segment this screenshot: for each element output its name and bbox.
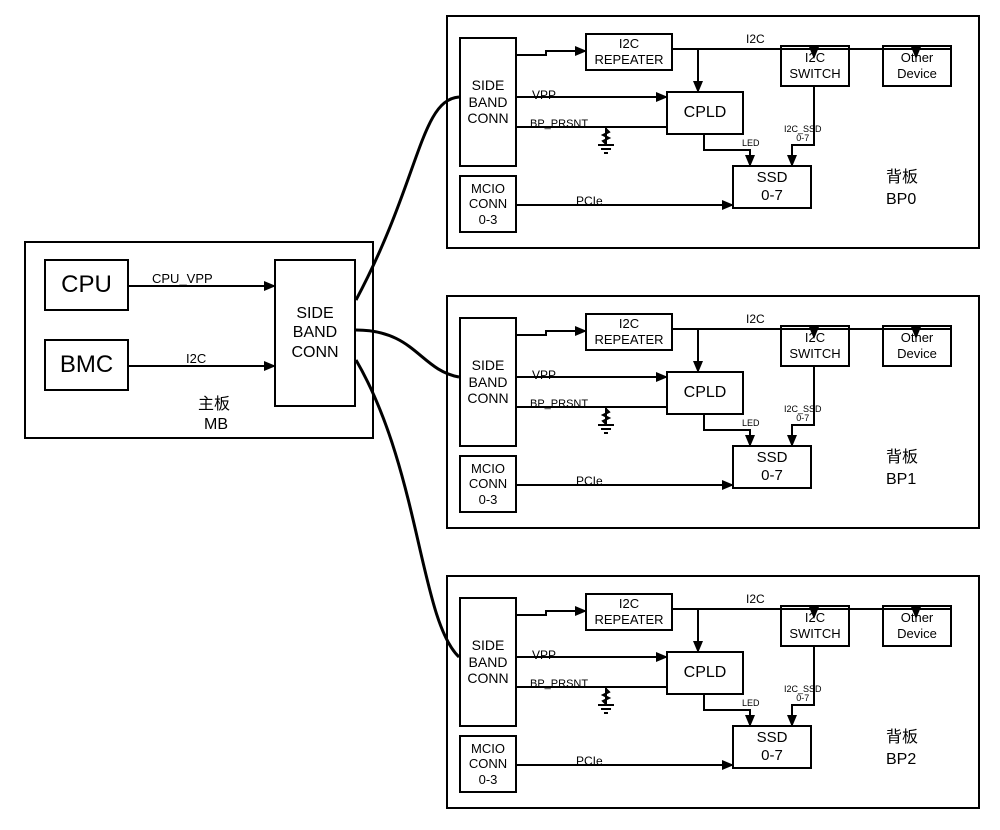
- bp0-other-device: Other Device: [882, 45, 952, 87]
- bp2-i2cssd-label: I2C_SSD 0-7: [784, 685, 822, 704]
- bp2-title2: BP2: [886, 752, 916, 769]
- bp0-mcio: MCIO CONN 0-3: [459, 175, 517, 233]
- mb-title-1: 主板: [198, 397, 230, 414]
- bp0-vpp-label: VPP: [532, 89, 556, 102]
- bp0-pcie-label: PCIe: [576, 195, 603, 208]
- bp0-cpld: CPLD: [666, 91, 744, 135]
- bp2-bpprsnt-label: BP_PRSNT: [530, 679, 588, 691]
- bp0-led-label: LED: [742, 139, 760, 148]
- bp2-i2c-label: I2C: [746, 593, 765, 606]
- bp1-mcio: MCIO CONN 0-3: [459, 455, 517, 513]
- mb-sideband: SIDE BAND CONN: [274, 259, 356, 407]
- bp2-i2c-switch: I2C SWITCH: [780, 605, 850, 647]
- cpu-label: CPU: [61, 271, 112, 300]
- bp2-ssd: SSD 0-7: [732, 725, 812, 769]
- bp0-bpprsnt-label: BP_PRSNT: [530, 119, 588, 131]
- bp1-i2c-label: I2C: [746, 313, 765, 326]
- mb-title-2: MB: [204, 417, 228, 434]
- bmc-block: BMC: [44, 339, 129, 391]
- bp2-other-device: Other Device: [882, 605, 952, 647]
- bp0-i2c-repeater: I2C REPEATER: [585, 33, 673, 71]
- bp2-i2c-repeater: I2C REPEATER: [585, 593, 673, 631]
- bp1-i2c-repeater: I2C REPEATER: [585, 313, 673, 351]
- bp1-i2c-switch: I2C SWITCH: [780, 325, 850, 367]
- bmc-i2c-label: I2C: [186, 352, 206, 366]
- bp1-other-device: Other Device: [882, 325, 952, 367]
- bp1-led-label: LED: [742, 419, 760, 428]
- bp1-i2cssd-label: I2C_SSD 0-7: [784, 405, 822, 424]
- bp2-vpp-label: VPP: [532, 649, 556, 662]
- bp1-title2: BP1: [886, 472, 916, 489]
- bp2-mcio: MCIO CONN 0-3: [459, 735, 517, 793]
- bp2-pcie-label: PCIe: [576, 755, 603, 768]
- bp2-sideband: SIDE BAND CONN: [459, 597, 517, 727]
- bp1-ssd: SSD 0-7: [732, 445, 812, 489]
- bp1-vpp-label: VPP: [532, 369, 556, 382]
- bp0-title2: BP0: [886, 192, 916, 209]
- bp0-i2cssd-label: I2C_SSD 0-7: [784, 125, 822, 144]
- bp0-i2c-switch: I2C SWITCH: [780, 45, 850, 87]
- bp0-ssd: SSD 0-7: [732, 165, 812, 209]
- bp1-title1: 背板: [886, 450, 918, 467]
- cpu-vpp-label: CPU_VPP: [152, 272, 213, 286]
- bp2-title1: 背板: [886, 730, 918, 747]
- bp1-sideband: SIDE BAND CONN: [459, 317, 517, 447]
- bp1-cpld: CPLD: [666, 371, 744, 415]
- bp0-title1: 背板: [886, 170, 918, 187]
- bp2-cpld: CPLD: [666, 651, 744, 695]
- bp2-led-label: LED: [742, 699, 760, 708]
- bp1-pcie-label: PCIe: [576, 475, 603, 488]
- bmc-label: BMC: [60, 351, 113, 380]
- mb-sideband-label: SIDE BAND CONN: [291, 304, 338, 362]
- cpu-block: CPU: [44, 259, 129, 311]
- bp1-bpprsnt-label: BP_PRSNT: [530, 399, 588, 411]
- bp0-i2c-label: I2C: [746, 33, 765, 46]
- bp0-sideband: SIDE BAND CONN: [459, 37, 517, 167]
